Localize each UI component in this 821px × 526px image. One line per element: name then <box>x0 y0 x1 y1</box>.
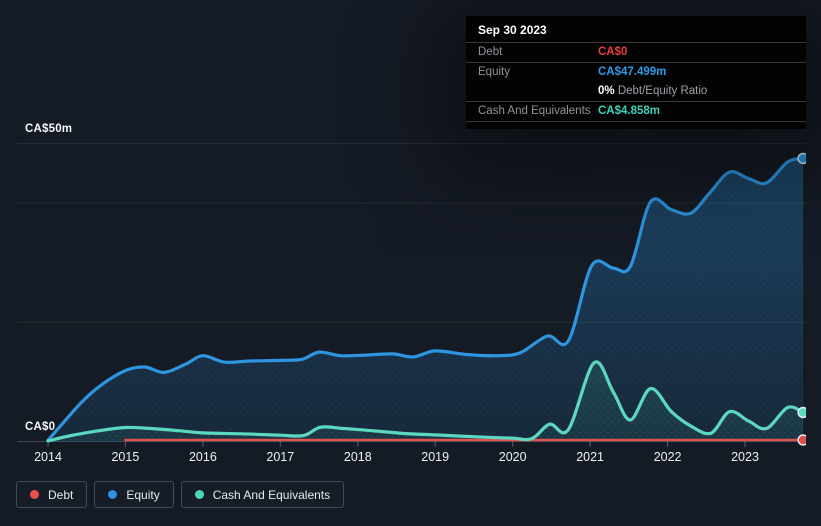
tooltip-equity-value: CA$47.499m <box>598 66 667 78</box>
equity-color-dot-icon <box>108 490 118 499</box>
tooltip-cash-row: Cash And Equivalents CA$4.858m <box>466 102 806 122</box>
tooltip-debt-row: Debt CA$0 <box>466 43 806 63</box>
equity-end-marker <box>797 152 806 165</box>
legend-item-debt[interactable]: Debt <box>16 481 88 508</box>
tooltip-ratio-value: 0% Debt/Equity Ratio <box>598 84 707 99</box>
x-tick-label: 2021 <box>576 450 604 464</box>
tooltip-debt-value: CA$0 <box>598 46 628 58</box>
x-tick-label: 2014 <box>34 450 62 464</box>
x-axis-labels: 2014 2015 2016 2017 2018 2019 2020 2021 2022 2023 <box>34 450 759 464</box>
legend-cash-label: Cash And Equivalents <box>212 487 331 502</box>
chart-tooltip: Sep 30 2023 Debt CA$0 Equity CA$47.499m … <box>466 16 806 129</box>
debt-equity-history-chart: 2014 2015 2016 2017 2018 2019 2020 2021 2022 2023… <box>0 0 821 526</box>
debt-end-marker <box>797 434 806 446</box>
tooltip-equity-row: Equity CA$47.499m <box>466 63 806 82</box>
x-tick-label: 2019 <box>421 450 449 464</box>
x-tick-label: 2017 <box>266 450 294 464</box>
y-axis-label-max: CA$50m <box>25 123 73 135</box>
tooltip-ratio-percent: 0% <box>598 85 615 97</box>
tooltip-debt-label: Debt <box>478 46 503 58</box>
legend-item-cash[interactable]: Cash And Equivalents <box>180 481 345 508</box>
cash-end-marker <box>797 406 806 419</box>
x-tick-label: 2016 <box>189 450 217 464</box>
plot-area <box>46 152 806 446</box>
legend-debt-label: Debt <box>48 487 74 502</box>
tooltip-cash-label: Cash And Equivalents <box>478 105 591 117</box>
tooltip-ratio-caption: Debt/Equity Ratio <box>614 85 708 97</box>
debt-color-dot-icon <box>30 490 39 499</box>
equity-area-texture <box>48 158 804 442</box>
tooltip-cash-value: CA$4.858m <box>598 105 661 117</box>
x-tick-label: 2020 <box>499 450 527 464</box>
chart-legend: Debt Equity Cash And Equivalents <box>16 481 345 508</box>
tooltip-date: Sep 30 2023 <box>466 16 806 43</box>
x-tick-label: 2022 <box>654 450 682 464</box>
legend-equity-label: Equity <box>126 487 160 502</box>
legend-item-equity[interactable]: Equity <box>94 481 174 508</box>
x-tick-label: 2015 <box>111 450 139 464</box>
x-tick-label: 2018 <box>344 450 372 464</box>
x-tick-label: 2023 <box>731 450 759 464</box>
tooltip-ratio-row: 0% Debt/Equity Ratio <box>466 82 806 102</box>
cash-color-dot-icon <box>194 490 204 499</box>
tooltip-equity-label: Equity <box>478 66 510 78</box>
y-axis-label-zero: CA$0 <box>25 421 56 433</box>
